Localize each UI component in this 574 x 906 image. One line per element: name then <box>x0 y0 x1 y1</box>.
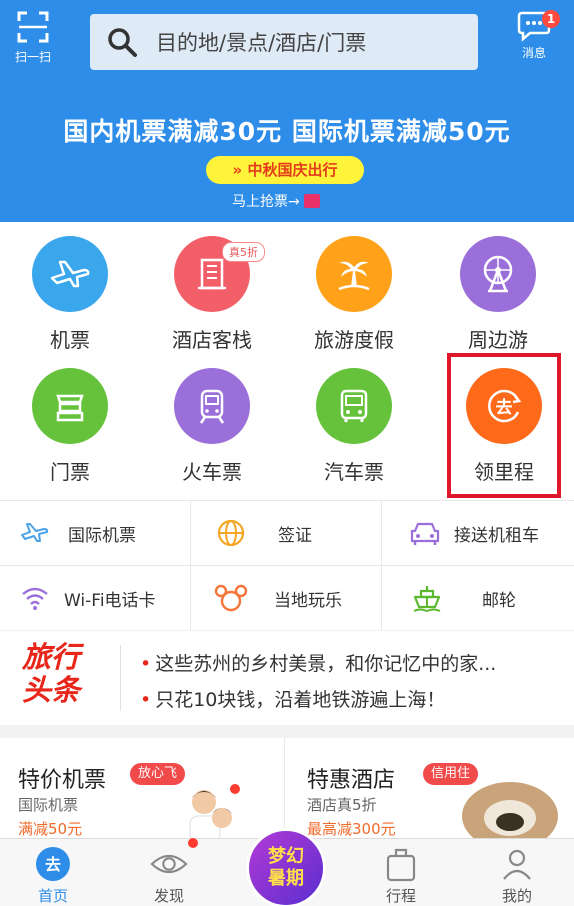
service-label: 机票 <box>50 328 90 352</box>
tab-discover[interactable]: 发现 <box>124 839 214 906</box>
deal-subtitle: 国际机票 <box>18 796 79 814</box>
user-icon <box>498 845 536 883</box>
grab-ticket-link[interactable]: 马上抢票→ <box>232 191 320 211</box>
service-label: 火车票 <box>182 460 242 484</box>
bus-icon <box>316 368 392 444</box>
deal-cheap-flights[interactable]: 特价机票 放心飞 国际机票 满减50元 <box>0 738 284 838</box>
plane-icon <box>32 236 108 312</box>
summer-promo-button[interactable]: 梦幻 暑期 <box>246 828 326 906</box>
secondary-local-fun[interactable]: 当地玩乐 <box>214 566 342 630</box>
service-tickets[interactable]: 门票 <box>0 368 140 485</box>
news-item-text: 这些苏州的乡村美景，和你记忆中的家... <box>155 653 497 675</box>
mickey-icon <box>214 581 248 615</box>
tab-itinerary[interactable]: 行程 <box>356 839 446 906</box>
tab-label: 我的 <box>501 887 532 905</box>
deal-subtitle: 酒店真5折 <box>307 796 377 814</box>
messages-button[interactable]: 1 消息 <box>506 10 562 61</box>
deal-tag: 放心飞 <box>130 763 186 785</box>
news-divider <box>120 645 121 711</box>
ferris-wheel-icon <box>460 236 536 312</box>
home-icon: 去 <box>34 845 72 883</box>
secondary-label: 国际机票 <box>68 525 136 546</box>
car-icon <box>408 516 442 550</box>
promo-pill[interactable]: » 中秋国庆出行 <box>206 156 364 184</box>
secondary-wifi[interactable]: Wi-Fi电话卡 <box>18 566 156 630</box>
luggage-icon <box>382 845 420 883</box>
palm-tree-icon <box>316 236 392 312</box>
hotel-photo <box>462 782 558 838</box>
service-buses[interactable]: 汽车票 <box>284 368 424 485</box>
secondary-cruise[interactable]: 邮轮 <box>410 566 516 630</box>
train-icon <box>174 368 250 444</box>
svg-text:去: 去 <box>45 855 61 874</box>
globe-icon <box>214 516 248 550</box>
grab-ticket-text: 马上抢票→ <box>232 194 300 210</box>
scan-label: 扫一扫 <box>14 50 51 64</box>
summer-promo-line2: 暑期 <box>268 868 304 889</box>
message-label: 消息 <box>521 46 546 60</box>
promo-title[interactable]: 国内机票满减30元 国际机票满减50元 <box>0 112 574 148</box>
deal-title: 特价机票 <box>18 768 107 793</box>
hotel-discount-tag: 真5折 <box>222 242 265 262</box>
news-item-text: 只花10块钱，沿着地铁游遍上海！ <box>155 689 446 711</box>
eye-icon <box>150 845 188 883</box>
grid-divider <box>381 500 382 630</box>
secondary-intl-flights[interactable]: 国际机票 <box>18 501 136 565</box>
bullet-icon: • <box>140 689 152 711</box>
travel-headlines: 旅行 头条 • 这些苏州的乡村美景，和你记忆中的家... • 只花10块钱，沿着地铁… <box>0 631 574 725</box>
service-label: 酒店客栈 <box>172 328 252 352</box>
service-label: 门票 <box>50 460 90 484</box>
deal-hotels[interactable]: 特惠酒店 信用住 酒店真5折 最高减300元 <box>285 738 574 838</box>
tab-label: 发现 <box>153 887 184 905</box>
news-item[interactable]: • 这些苏州的乡村美景，和你记忆中的家... <box>140 649 496 676</box>
discover-notification-dot <box>188 838 198 848</box>
tab-label: 行程 <box>385 887 416 905</box>
headlines-logo-line2: 头条 <box>22 673 81 707</box>
service-flights[interactable]: 机票 <box>0 236 140 353</box>
deals-section: 特价机票 放心飞 国际机票 满减50元 特惠酒店 信用住 酒店真5折 最高减30… <box>0 738 574 838</box>
secondary-transfer[interactable]: 接送机租车 <box>408 501 539 565</box>
service-label: 周边游 <box>468 328 528 352</box>
service-vacation[interactable]: 旅游度假 <box>284 236 424 353</box>
secondary-visa[interactable]: 签证 <box>214 501 312 565</box>
plane-outline-icon <box>18 516 52 550</box>
gift-icon <box>303 194 320 208</box>
summer-promo-line1: 梦幻 <box>268 846 304 867</box>
header-banner: 扫一扫 目的地/景点/酒店/门票 1 消息 国内机票满减30元 国际机票满减50… <box>0 0 574 222</box>
secondary-label: 当地玩乐 <box>274 590 342 611</box>
deal-price: 满减50元 <box>18 820 83 838</box>
news-item[interactable]: • 只花10块钱，沿着地铁游遍上海！ <box>140 685 445 712</box>
headlines-logo-line1: 旅行 <box>22 640 81 674</box>
secondary-label: 签证 <box>278 525 312 546</box>
main-services: 机票 真5折 酒店客栈 旅游度假 周边游 门票 火车票 汽车票 去 领里程 <box>0 222 574 500</box>
secondary-label: Wi-Fi电话卡 <box>64 590 156 611</box>
tab-label: 首页 <box>37 887 68 905</box>
service-label: 汽车票 <box>324 460 384 484</box>
tab-mine[interactable]: 我的 <box>472 839 562 906</box>
gate-ticket-icon <box>32 368 108 444</box>
grid-divider <box>190 500 191 630</box>
scan-icon <box>17 11 49 43</box>
service-nearby[interactable]: 周边游 <box>428 236 568 353</box>
ship-icon <box>410 581 444 615</box>
scan-button[interactable]: 扫一扫 <box>10 10 56 65</box>
search-bar[interactable]: 目的地/景点/酒店/门票 <box>90 14 478 70</box>
secondary-label: 邮轮 <box>482 590 516 611</box>
headlines-logo[interactable]: 旅行 头条 <box>22 641 102 707</box>
deal-title: 特惠酒店 <box>307 768 396 793</box>
service-trains[interactable]: 火车票 <box>142 368 282 485</box>
message-badge: 1 <box>542 10 560 28</box>
search-icon <box>108 28 137 57</box>
wifi-icon <box>18 581 52 615</box>
deal-price: 最高减300元 <box>307 820 396 838</box>
bullet-icon: • <box>140 653 152 675</box>
tab-home[interactable]: 去 首页 <box>8 839 98 906</box>
highlight-box <box>447 353 561 498</box>
service-label: 旅游度假 <box>314 328 394 352</box>
service-hotels[interactable]: 真5折 酒店客栈 <box>142 236 282 353</box>
secondary-label: 接送机租车 <box>454 525 539 546</box>
search-placeholder: 目的地/景点/酒店/门票 <box>156 31 367 55</box>
notification-dot <box>230 784 240 794</box>
